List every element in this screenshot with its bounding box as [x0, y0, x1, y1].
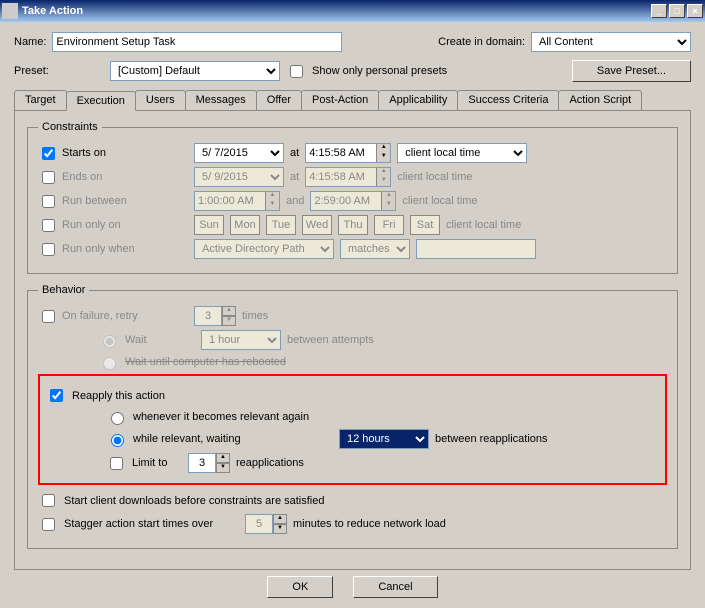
tab-bar: Target Execution Users Messages Offer Po…: [14, 90, 691, 110]
save-preset-button[interactable]: Save Preset...: [572, 60, 691, 82]
ends-on-label: Ends on: [62, 171, 102, 183]
wait-radio: [103, 335, 116, 348]
starts-on-checkbox[interactable]: [42, 147, 55, 160]
whenever-label: whenever it becomes relevant again: [133, 411, 309, 423]
spin-up-icon: ▲: [216, 453, 230, 463]
minimize-button[interactable]: _: [651, 4, 667, 18]
tab-users[interactable]: Users: [135, 90, 186, 110]
while-label: while relevant, waiting: [133, 433, 333, 445]
tab-success-criteria[interactable]: Success Criteria: [457, 90, 559, 110]
wait-label: Wait: [125, 334, 195, 346]
run-only-when-label: Run only when: [62, 243, 135, 255]
rb-to-input: ▲▼: [310, 191, 396, 211]
tab-offer[interactable]: Offer: [256, 90, 302, 110]
personal-presets-label: Show only personal presets: [312, 65, 447, 77]
ends-tz-label: client local time: [397, 171, 472, 183]
starts-tz-select[interactable]: client local time: [397, 143, 527, 163]
tab-messages[interactable]: Messages: [185, 90, 257, 110]
reapply-label: Reapply this action: [72, 390, 165, 402]
reapply-checkbox[interactable]: [50, 389, 63, 402]
ok-button[interactable]: OK: [267, 576, 333, 598]
stagger-label: Stagger action start times over: [64, 518, 239, 530]
between-reapp-label: between reapplications: [435, 433, 548, 445]
day-thu: Thu: [338, 215, 368, 235]
stagger-checkbox[interactable]: [42, 518, 55, 531]
tab-applicability[interactable]: Applicability: [378, 90, 458, 110]
rb-from-input: ▲▼: [194, 191, 280, 211]
run-only-on-label: Run only on: [62, 219, 121, 231]
day-wed: Wed: [302, 215, 332, 235]
reapplications-label: reapplications: [236, 457, 304, 469]
behavior-legend: Behavior: [38, 284, 89, 296]
start-downloads-checkbox[interactable]: [42, 494, 55, 507]
tab-action-script[interactable]: Action Script: [558, 90, 642, 110]
run-only-on-checkbox[interactable]: [42, 219, 55, 232]
whenever-radio[interactable]: [111, 412, 124, 425]
domain-select[interactable]: All Content: [531, 32, 691, 52]
ends-on-checkbox[interactable]: [42, 171, 55, 184]
roo-tz-label: client local time: [446, 219, 521, 231]
tab-panel-execution: Constraints Starts on 5/ 7/2015 at ▲▼ cl…: [14, 110, 691, 570]
tab-post-action[interactable]: Post-Action: [301, 90, 379, 110]
day-sat: Sat: [410, 215, 440, 235]
name-label: Name:: [14, 36, 46, 48]
row-path-select: Active Directory Path: [194, 239, 334, 259]
personal-presets-checkbox[interactable]: [290, 65, 303, 78]
wait-reboot-radio: [103, 357, 116, 370]
spin-down-icon: ▼: [216, 463, 230, 473]
starts-on-label: Starts on: [62, 147, 106, 159]
at-label-2: at: [290, 171, 299, 183]
day-tue: Tue: [266, 215, 296, 235]
rb-tz-label: client local time: [402, 195, 477, 207]
ends-date-select: 5/ 9/2015: [194, 167, 284, 187]
between-attempts-label: between attempts: [287, 334, 374, 346]
constraints-group: Constraints Starts on 5/ 7/2015 at ▲▼ cl…: [27, 121, 678, 274]
wait-interval-select: 1 hour: [201, 330, 281, 350]
preset-select[interactable]: [Custom] Default: [110, 61, 280, 81]
name-input[interactable]: [52, 32, 342, 52]
times-label: times: [242, 310, 268, 322]
reapply-highlight: Reapply this action whenever it becomes …: [38, 374, 667, 485]
tab-target[interactable]: Target: [14, 90, 67, 110]
preset-label: Preset:: [14, 65, 64, 77]
limit-to-label: Limit to: [132, 457, 182, 469]
at-label-1: at: [290, 147, 299, 159]
and-label: and: [286, 195, 304, 207]
day-fri: Fri: [374, 215, 404, 235]
start-downloads-label: Start client downloads before constraint…: [64, 495, 324, 507]
titlebar: Take Action _ □ ×: [0, 0, 705, 22]
on-failure-label: On failure, retry: [62, 310, 138, 322]
maximize-button[interactable]: □: [669, 4, 685, 18]
starts-date-select[interactable]: 5/ 7/2015: [194, 143, 284, 163]
row-op-select: matches: [340, 239, 410, 259]
close-button[interactable]: ×: [687, 4, 703, 18]
wait-reboot-label: Wait until computer has rebooted: [125, 356, 286, 368]
run-between-checkbox[interactable]: [42, 195, 55, 208]
retry-count-spinner: ▲▼: [194, 306, 236, 326]
row-value-input: [416, 239, 536, 259]
cancel-button[interactable]: Cancel: [353, 576, 437, 598]
starts-time-input[interactable]: ▲▼: [305, 143, 391, 163]
window-title: Take Action: [22, 5, 651, 17]
on-failure-checkbox[interactable]: [42, 310, 55, 323]
day-mon: Mon: [230, 215, 260, 235]
behavior-group: Behavior On failure, retry ▲▼ times Wait…: [27, 284, 678, 549]
while-radio[interactable]: [111, 434, 124, 447]
app-icon: [2, 3, 18, 19]
day-sun: Sun: [194, 215, 224, 235]
stagger-tail-label: minutes to reduce network load: [293, 518, 446, 530]
reapply-interval-select[interactable]: 12 hours: [339, 429, 429, 449]
tab-execution[interactable]: Execution: [66, 91, 136, 111]
limit-to-checkbox[interactable]: [110, 457, 123, 470]
run-only-when-checkbox[interactable]: [42, 243, 55, 256]
limit-spinner[interactable]: ▲▼: [188, 453, 230, 473]
constraints-legend: Constraints: [38, 121, 102, 133]
domain-label: Create in domain:: [438, 36, 525, 48]
ends-time-input: ▲▼: [305, 167, 391, 187]
stagger-spinner: ▲▼: [245, 514, 287, 534]
run-between-label: Run between: [62, 195, 127, 207]
